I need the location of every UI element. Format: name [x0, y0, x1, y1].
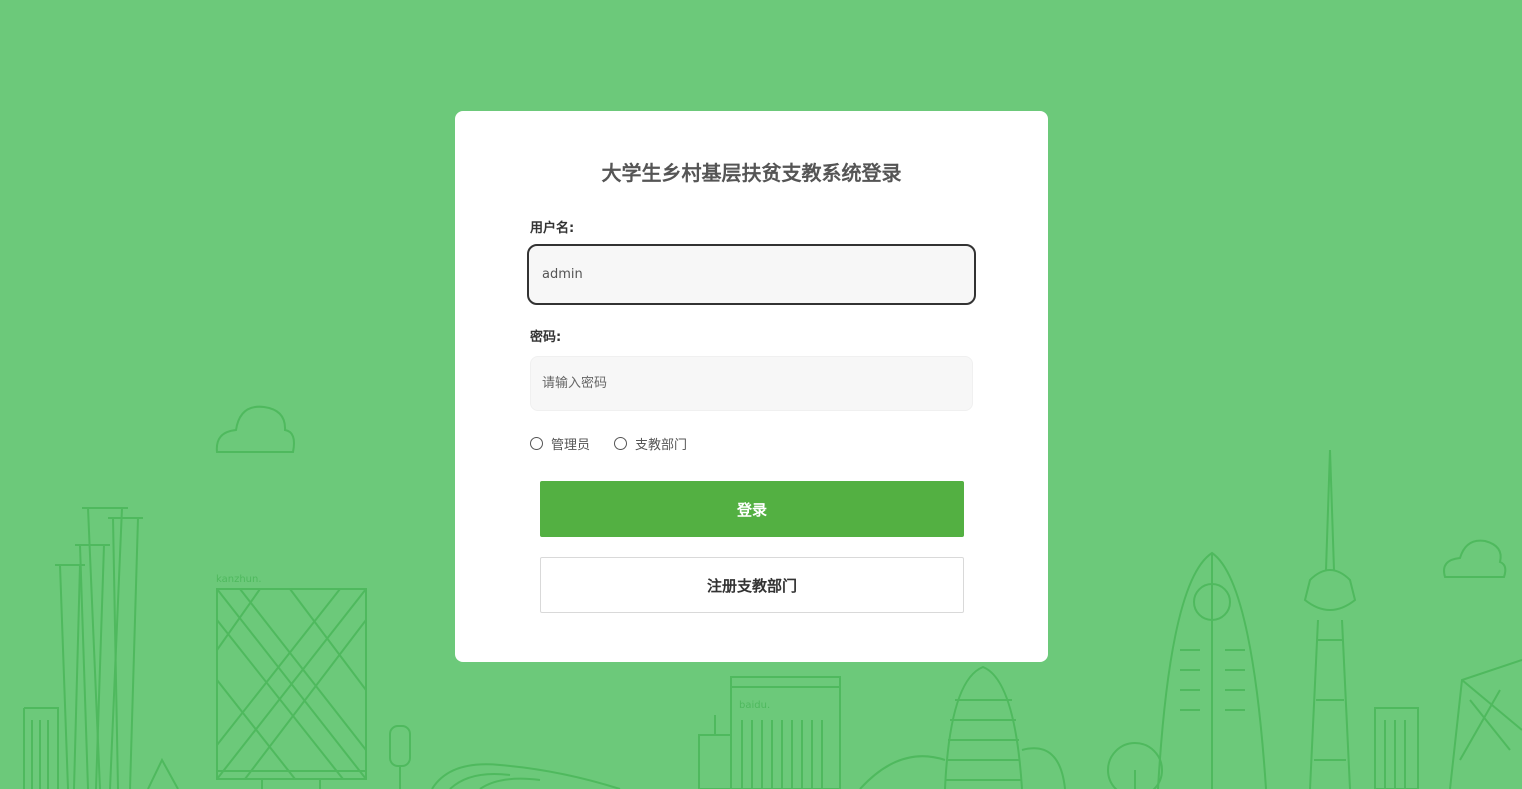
username-input[interactable] — [527, 244, 976, 305]
username-label: 用户名: — [530, 221, 575, 236]
radio-circle-icon[interactable] — [614, 436, 628, 450]
role-radio-department[interactable]: 支教部门 — [614, 434, 687, 453]
baidu-sign: baidu. — [739, 700, 770, 711]
login-card: 大学生乡村基层扶贫支教系统登录 用户名: 密码: 管理员 支教部门 登录 注册支… — [455, 111, 1048, 662]
role-radio-admin[interactable]: 管理员 — [530, 434, 590, 453]
password-input[interactable] — [530, 356, 973, 411]
role-label-department: 支教部门 — [635, 437, 688, 453]
login-button[interactable]: 登录 — [540, 481, 964, 537]
kanzhun-sign: kanzhun. — [216, 574, 262, 585]
page-title: 大学生乡村基层扶贫支教系统登录 — [601, 161, 902, 185]
cloud-icon — [215, 405, 295, 453]
password-label: 密码: — [530, 330, 562, 345]
role-label-admin: 管理员 — [551, 437, 591, 453]
radio-circle-icon[interactable] — [530, 436, 543, 450]
register-department-button[interactable]: 注册支教部门 — [540, 557, 964, 613]
role-radio-group: 管理员 支教部门 — [530, 433, 711, 453]
cloud-icon — [1443, 539, 1507, 578]
